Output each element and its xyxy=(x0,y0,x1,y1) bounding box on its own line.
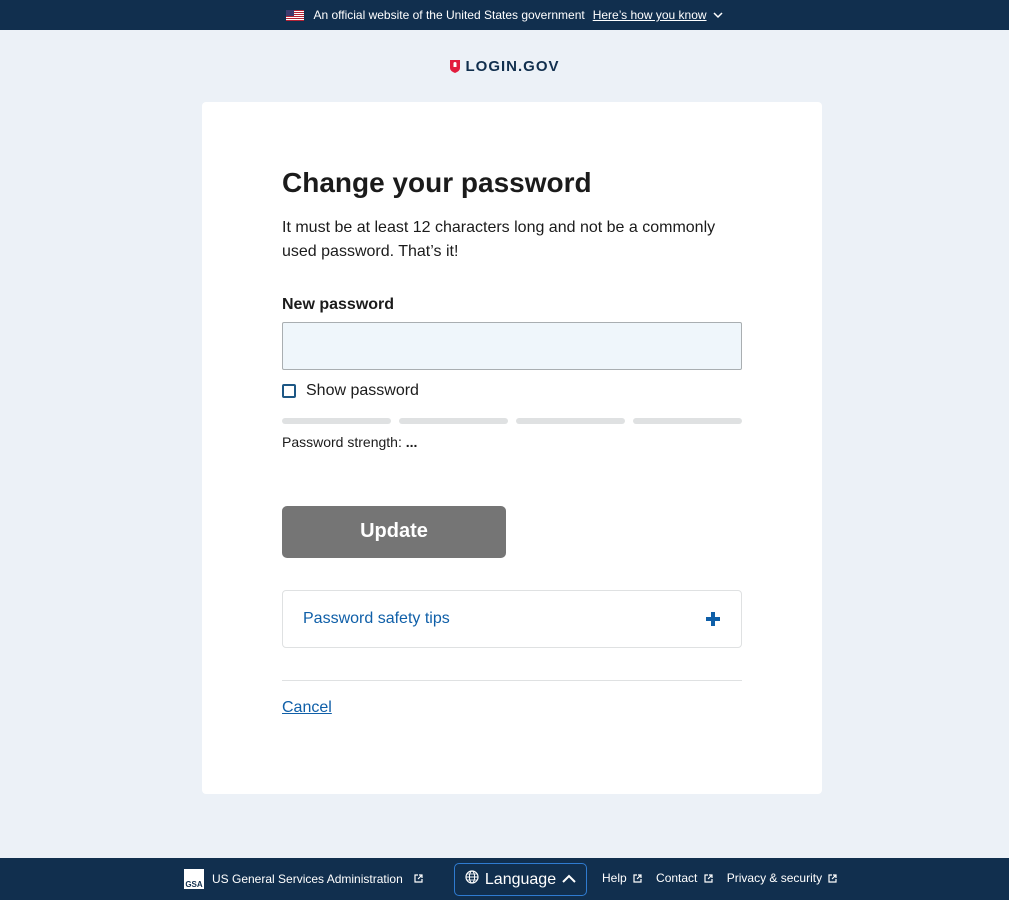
external-link-icon xyxy=(633,872,642,886)
page-title: Change your password xyxy=(282,167,592,198)
new-password-input[interactable] xyxy=(282,321,742,370)
globe-icon xyxy=(465,870,479,889)
external-link-icon xyxy=(704,872,713,886)
password-strength-meter xyxy=(282,417,742,424)
gsa-link[interactable]: GSA US General Services Administration xyxy=(184,869,423,889)
strength-bar xyxy=(516,417,625,424)
strength-bar xyxy=(282,417,391,424)
password-safety-tips-accordion[interactable]: Password safety tips xyxy=(282,589,742,648)
privacy-security-link[interactable]: Privacy & security xyxy=(727,871,838,886)
show-password-checkbox[interactable] xyxy=(282,383,296,398)
strength-bar xyxy=(633,417,742,424)
external-link-icon xyxy=(828,872,838,886)
main-card: Change your password It must be at least… xyxy=(202,102,822,794)
contact-link[interactable]: Contact xyxy=(656,871,713,886)
login-gov-logo[interactable]: LOGIN.GOV xyxy=(449,58,559,75)
language-button[interactable]: Language xyxy=(454,863,587,896)
footer: GSA US General Services Administration L… xyxy=(0,858,1009,900)
plus-icon[interactable] xyxy=(705,611,721,627)
shield-icon xyxy=(449,59,461,74)
accordion-label[interactable]: Password safety tips xyxy=(303,610,450,628)
divider xyxy=(282,679,742,681)
chevron-up-icon xyxy=(562,871,576,889)
how-you-know-link[interactable]: Here’s how you know xyxy=(593,8,707,22)
footer-links: Help Contact Privacy & security xyxy=(602,871,838,886)
card-content: Change your password It must be at least… xyxy=(282,166,742,717)
official-website-text: An official website of the United States… xyxy=(313,8,585,22)
us-flag-icon xyxy=(286,9,305,21)
update-button[interactable]: Update xyxy=(282,505,506,558)
gov-banner: An official website of the United States… xyxy=(0,0,1009,30)
language-label[interactable]: Language xyxy=(485,871,556,889)
logo-row: LOGIN.GOV xyxy=(0,30,1009,102)
external-link-icon xyxy=(414,872,423,886)
gsa-logo-icon: GSA xyxy=(184,869,204,889)
show-password-label[interactable]: Show password xyxy=(306,382,419,400)
show-password-row[interactable]: Show password xyxy=(282,382,742,400)
help-link[interactable]: Help xyxy=(602,871,642,886)
strength-value: ... xyxy=(405,433,418,450)
gsa-label[interactable]: US General Services Administration xyxy=(212,872,403,886)
new-password-label: New password xyxy=(282,295,395,313)
password-strength-text: Password strength: ... xyxy=(282,434,742,450)
chevron-down-icon[interactable] xyxy=(713,8,723,22)
cancel-link[interactable]: Cancel xyxy=(282,699,332,717)
strength-bar xyxy=(399,417,508,424)
password-requirements-text: It must be at least 12 characters long a… xyxy=(282,218,716,260)
strength-label: Password strength: xyxy=(282,433,402,450)
logo-text: LOGIN.GOV xyxy=(465,57,560,75)
